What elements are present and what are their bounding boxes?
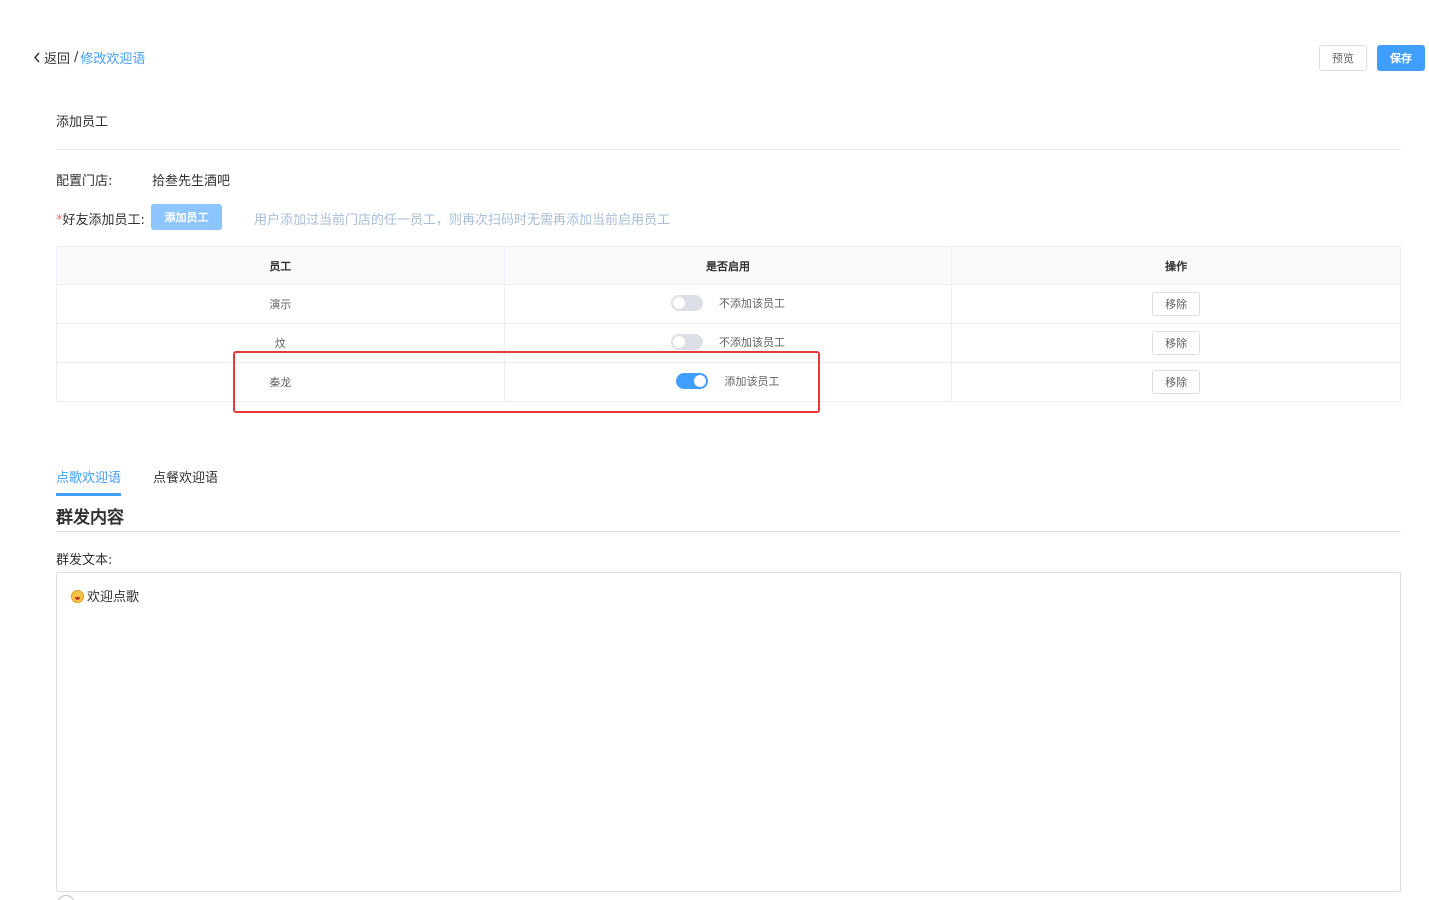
section-title: 添加员工 (56, 115, 109, 130)
enable-status-text: 不添加该员工 (718, 335, 785, 349)
action-cell: 移除 (951, 284, 1401, 324)
enable-status-text: 添加该员工 (724, 374, 780, 388)
column-header-action: 操作 (951, 246, 1401, 285)
table-header-row: 员工 是否启用 操作 (56, 246, 1401, 285)
enable-toggle-group: 不添加该员工 (670, 294, 785, 311)
column-header-staff: 员工 (56, 246, 505, 285)
add-circle-icon[interactable] (57, 895, 75, 900)
staff-label-text: 好友添加员工: (62, 213, 145, 228)
enable-switch[interactable] (676, 372, 709, 389)
staff-hint: 用户添加过当前门店的任一员工，则再次扫码时无需再添加当前启用员工 (254, 213, 671, 228)
tab-song-welcome[interactable]: 点歌欢迎语 (56, 467, 122, 496)
table-row: 演示 不添加该员工 移除 (56, 284, 1401, 324)
remove-button[interactable]: 移除 (1152, 292, 1201, 316)
staff-name-cell: 炆 (56, 323, 505, 363)
welcome-tabs: 点歌欢迎语 点餐欢迎语 (56, 467, 250, 496)
content-divider (56, 531, 1401, 532)
add-staff-button[interactable]: 添加员工 (151, 204, 222, 230)
store-value: 拾叁先生酒吧 (152, 174, 231, 189)
staff-name-cell: 演示 (56, 284, 505, 324)
action-cell: 移除 (951, 362, 1401, 402)
breadcrumb-current: 修改欢迎语 (80, 51, 146, 67)
enable-status-text: 不添加该员工 (718, 296, 785, 310)
column-header-enabled: 是否启用 (503, 246, 953, 285)
enabled-cell: 不添加该员工 (503, 323, 953, 363)
save-button[interactable]: 保存 (1377, 45, 1425, 71)
table-row: 炆 不添加该员工 移除 (56, 323, 1401, 363)
grinning-face-icon (71, 590, 84, 603)
remove-button[interactable]: 移除 (1152, 331, 1201, 355)
message-text-area[interactable]: 欢迎点歌 (56, 572, 1401, 892)
table-row: 秦龙 添加该员工 移除 (56, 362, 1401, 402)
enable-toggle-group: 不添加该员工 (670, 333, 785, 350)
breadcrumb: 返回 / 修改欢迎语 (33, 48, 146, 67)
section-divider (56, 149, 1401, 150)
text-label: 群发文本: (56, 553, 113, 568)
content-title: 群发内容 (56, 508, 124, 528)
chevron-left-icon (34, 52, 40, 62)
enabled-cell: 添加该员工 (503, 362, 953, 402)
back-label: 返回 (44, 51, 71, 67)
message-text: 欢迎点歌 (87, 590, 140, 605)
tab-meal-welcome[interactable]: 点餐欢迎语 (153, 467, 218, 496)
staff-table: 员工 是否启用 操作 演示 不添加该员工 移除 炆 不添加该员工 移除 秦龙 添… (56, 246, 1401, 402)
enable-toggle-group: 添加该员工 (676, 372, 780, 389)
action-cell: 移除 (951, 323, 1401, 363)
remove-button[interactable]: 移除 (1152, 370, 1201, 394)
enabled-cell: 不添加该员工 (503, 284, 953, 324)
back-link[interactable]: 返回 (33, 48, 70, 67)
staff-label: *好友添加员工: (56, 209, 145, 228)
store-label: 配置门店: (56, 174, 113, 189)
breadcrumb-separator: / (74, 49, 79, 65)
preview-button[interactable]: 预览 (1319, 45, 1367, 71)
enable-switch[interactable] (670, 333, 703, 350)
staff-name-cell: 秦龙 (56, 362, 505, 402)
enable-switch[interactable] (670, 294, 703, 311)
